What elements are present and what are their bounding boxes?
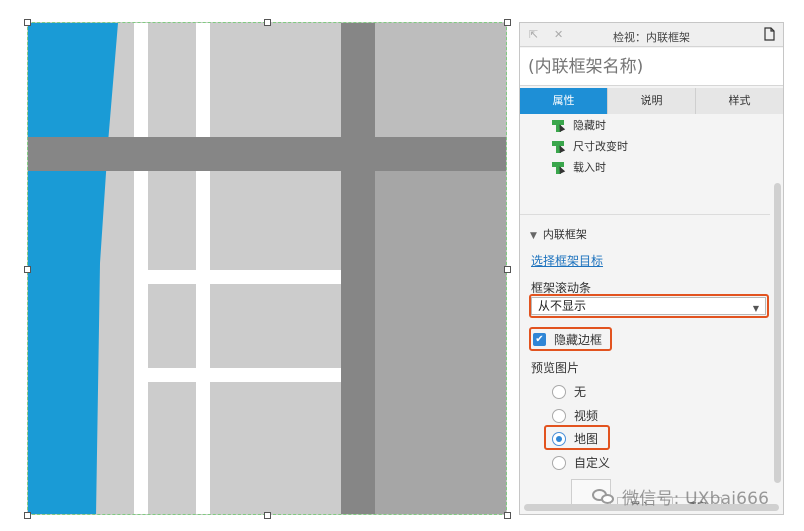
design-canvas	[0, 0, 516, 531]
interaction-icon	[552, 162, 566, 174]
event-item-on-resize[interactable]: 尺寸改变时	[552, 139, 628, 155]
resize-handle[interactable]	[504, 266, 511, 273]
select-frame-target-link[interactable]: 选择框架目标	[531, 252, 603, 269]
vertical-scrollbar[interactable]	[774, 183, 781, 483]
widget-name-input[interactable]	[520, 48, 783, 86]
highlight-box	[529, 327, 612, 351]
section-divider	[520, 214, 770, 215]
section-header-inline-frame[interactable]: ▼ 内联框架	[530, 226, 587, 242]
tab-properties[interactable]: 属性	[520, 88, 608, 114]
preview-option-video[interactable]: 视频	[552, 407, 598, 424]
interaction-icon	[552, 120, 566, 132]
map-minor-road	[134, 270, 342, 284]
map-minor-road	[134, 368, 342, 382]
event-label: 载入时	[573, 161, 606, 174]
radio-label: 视频	[574, 409, 599, 423]
preview-option-none[interactable]: 无	[552, 383, 586, 400]
event-item-on-load[interactable]: 载入时	[552, 160, 606, 176]
event-label: 隐藏时	[573, 119, 606, 132]
map-block	[375, 171, 506, 514]
tab-style[interactable]: 样式	[696, 88, 783, 114]
section-title: 内联框架	[542, 228, 587, 241]
chevron-down-icon: ▼	[530, 231, 537, 241]
radio-button[interactable]	[552, 384, 566, 399]
map-major-road	[341, 23, 375, 514]
map-water-shape	[28, 23, 118, 514]
resize-handle[interactable]	[24, 266, 31, 273]
resize-handle[interactable]	[24, 512, 31, 519]
inline-frame-widget[interactable]	[27, 22, 507, 515]
preview-image-label: 预览图片	[531, 361, 580, 375]
resize-handle[interactable]	[504, 19, 511, 26]
radio-button[interactable]	[552, 455, 566, 470]
inspector-tabs: 属性 说明 样式	[520, 88, 783, 114]
resize-handle[interactable]	[504, 512, 511, 519]
preview-option-custom[interactable]: 自定义	[552, 454, 610, 471]
panel-titlebar: ⇱ ✕ 检视：内联框架	[520, 23, 783, 47]
panel-title: 检视：内联框架	[613, 31, 690, 44]
highlight-box	[544, 425, 610, 450]
inspector-panel: ⇱ ✕ 检视：内联框架 属性 说明 样式 隐藏时 尺寸改变时 载入时 ▼ 内联框架	[519, 22, 784, 515]
resize-handle[interactable]	[264, 512, 271, 519]
radio-label: 自定义	[574, 456, 611, 470]
map-block	[375, 23, 506, 137]
highlight-box	[529, 294, 769, 318]
watermark-text: 微信号: UXbai666	[622, 489, 770, 509]
tab-notes[interactable]: 说明	[608, 88, 696, 114]
document-icon[interactable]	[764, 27, 775, 41]
interaction-icon	[552, 141, 566, 153]
radio-button[interactable]	[552, 408, 566, 423]
watermark: 微信号: UXbai666	[592, 484, 769, 509]
resize-handle[interactable]	[24, 19, 31, 26]
radio-label: 无	[574, 385, 587, 399]
event-label: 尺寸改变时	[573, 140, 628, 153]
map-minor-road	[196, 23, 210, 514]
properties-content: 隐藏时 尺寸改变时 载入时 ▼ 内联框架 选择框架目标 框架滚动条 从不显示 ▼ …	[520, 114, 770, 504]
event-item-on-hide[interactable]: 隐藏时	[552, 118, 606, 134]
map-minor-road	[134, 23, 148, 514]
wechat-icon	[592, 487, 616, 507]
resize-handle[interactable]	[264, 19, 271, 26]
map-major-road	[28, 137, 506, 171]
